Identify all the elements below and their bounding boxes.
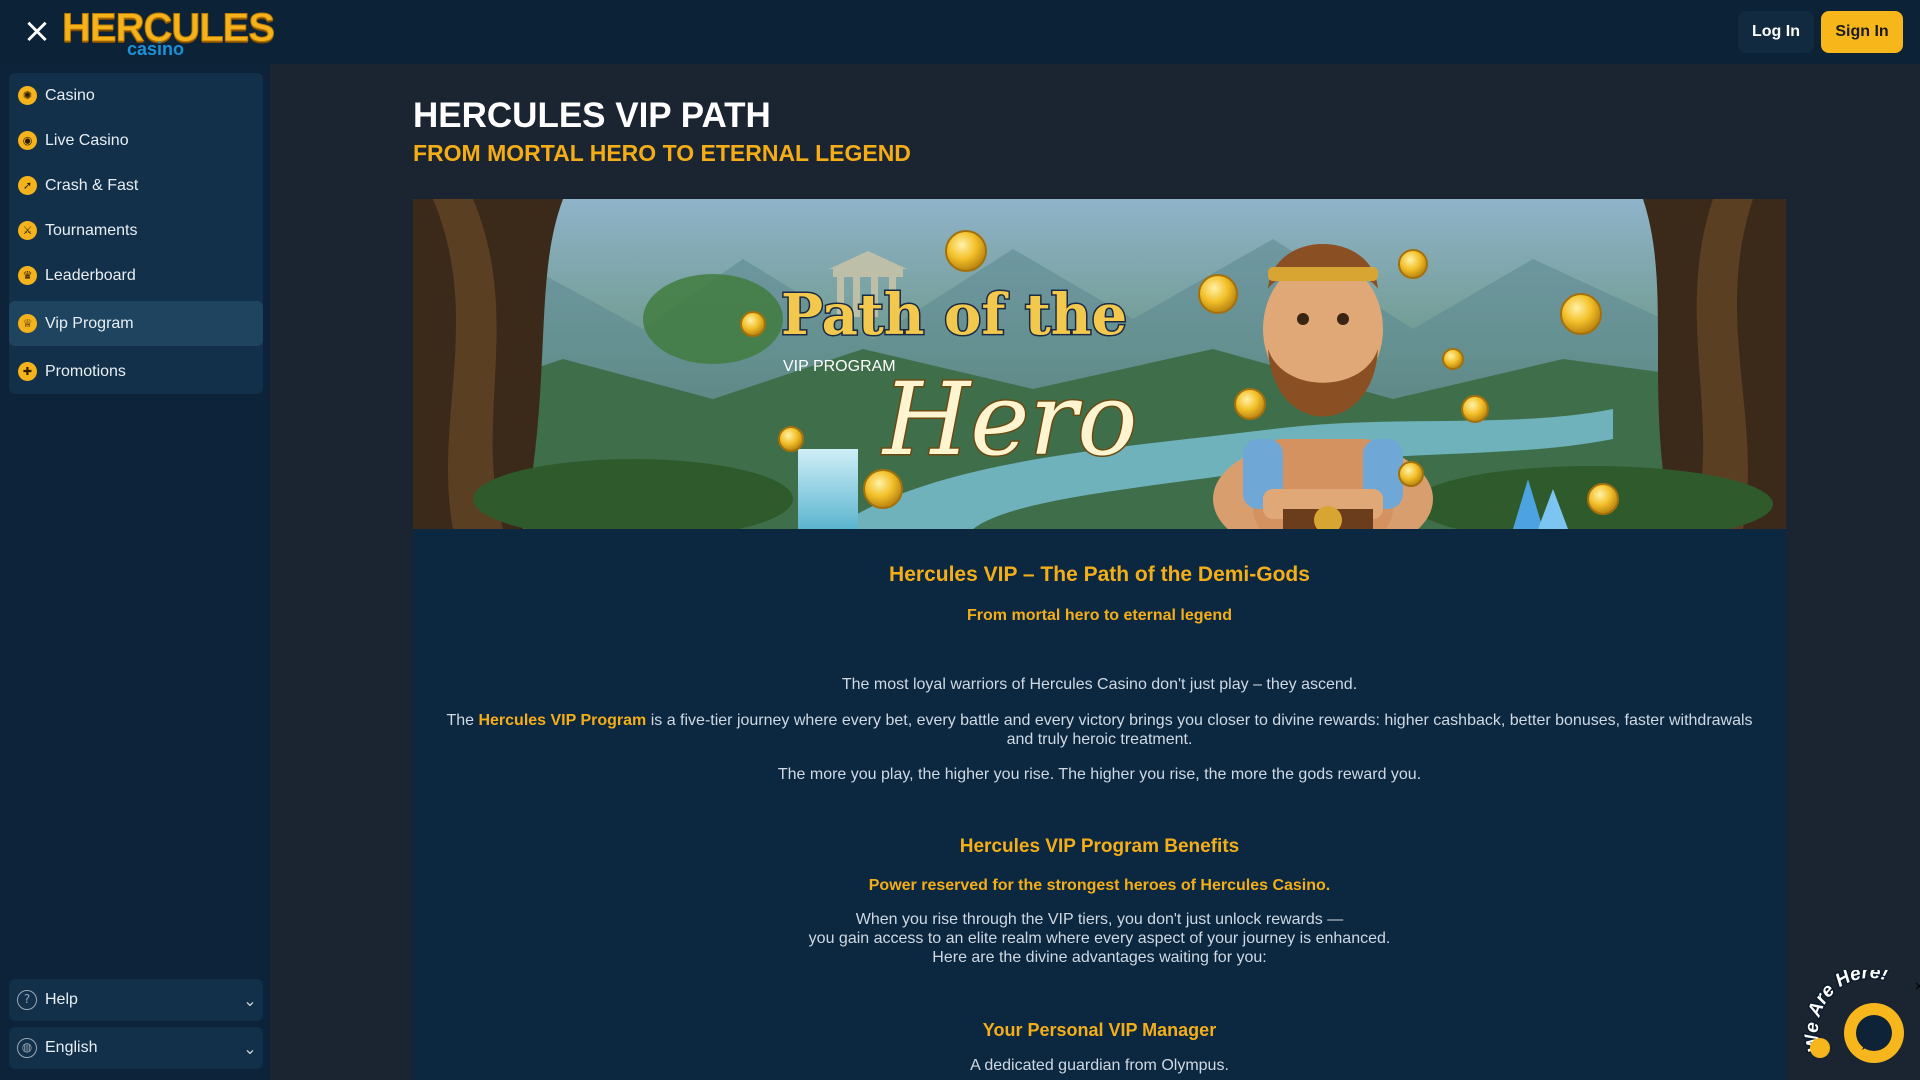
crown-icon: ♕ <box>18 314 37 333</box>
logo-subtext: casino <box>127 39 185 59</box>
vip-content-panel: Hercules VIP – The Path of the Demi-Gods… <box>413 529 1786 1080</box>
banner-tag: VIP PROGRAM <box>783 358 896 375</box>
question-icon: ? <box>17 990 37 1010</box>
live-casino-icon: ◉ <box>18 131 37 150</box>
section-title-benefits: Hercules VIP Program Benefits <box>959 836 1240 857</box>
benefits-line-3: Here are the divine advantages waiting f… <box>932 949 1267 966</box>
rocket-icon: ➚ <box>18 176 37 195</box>
text-fragment: The <box>446 712 479 729</box>
sidebar-item-label: Leaderboard <box>45 266 136 284</box>
login-button[interactable]: Log In <box>1738 11 1814 53</box>
paragraph-loyal-warriors: The most loyal warriors of Hercules Casi… <box>841 676 1358 693</box>
page-title: HERCULES VIP PATH <box>413 96 771 135</box>
top-bar: × HERCULES casino Log In Sign In <box>0 0 1920 64</box>
vip-banner-image: Path of the VIP PROGRAM Hero <box>413 199 1786 529</box>
language-label: English <box>45 1039 98 1056</box>
benefits-line-2: you gain access to an elite realm where … <box>808 930 1391 947</box>
section-subtitle-benefits: Power reserved for the strongest heroes … <box>868 877 1331 894</box>
banner-headline-script: Hero <box>881 361 1137 478</box>
casino-chip-icon: ✺ <box>18 86 37 105</box>
vip-program-highlight: Hercules VIP Program <box>478 712 647 729</box>
sidebar-item-label: Vip Program <box>45 314 134 332</box>
help-dropdown[interactable]: ? Help ⌄ <box>9 979 263 1021</box>
sidebar-item-label: Live Casino <box>45 131 129 149</box>
sidebar-item-crash-fast[interactable]: ➚ Crash & Fast <box>9 163 263 208</box>
sidebar-item-label: Casino <box>45 86 95 104</box>
text-fragment: is a five-tier journey where every bet, … <box>646 712 1753 748</box>
sidebar-item-live-casino[interactable]: ◉ Live Casino <box>9 118 263 163</box>
sidebar-item-label: Promotions <box>45 362 126 380</box>
paragraph-vip-manager: A dedicated guardian from Olympus. <box>970 1057 1229 1074</box>
sidebar-item-label: Crash & Fast <box>45 176 139 194</box>
sidebar: ✺ Casino ◉ Live Casino ➚ Crash & Fast ⚔ … <box>0 64 270 1080</box>
chevron-down-icon: ⌄ <box>243 1038 257 1058</box>
chevron-down-icon: ⌄ <box>243 990 257 1010</box>
close-icon[interactable]: × <box>1914 979 1920 993</box>
globe-icon: ◍ <box>17 1038 37 1058</box>
sidebar-item-tournaments[interactable]: ⚔ Tournaments <box>9 208 263 253</box>
sidebar-item-label: Tournaments <box>45 221 138 239</box>
sidebar-nav: ✺ Casino ◉ Live Casino ➚ Crash & Fast ⚔ … <box>9 73 263 394</box>
sidebar-item-vip-program[interactable]: ♕ Vip Program <box>9 301 263 346</box>
paragraph-vip-intro: The Hercules VIP Program is a five-tier … <box>413 711 1786 749</box>
logo[interactable]: HERCULES casino <box>61 6 275 59</box>
sidebar-item-leaderboard[interactable]: ♛ Leaderboard <box>9 253 263 298</box>
section-title-path-demi-gods: Hercules VIP – The Path of the Demi-Gods <box>889 563 1310 586</box>
sidebar-item-casino[interactable]: ✺ Casino <box>9 73 263 118</box>
page-subtitle: FROM MORTAL HERO TO ETERNAL LEGEND <box>413 140 911 166</box>
benefits-line-1: When you rise through the VIP tiers, you… <box>855 911 1344 928</box>
sidebar-item-promotions[interactable]: ✚ Promotions <box>9 349 263 394</box>
section-subtitle: From mortal hero to eternal legend <box>967 607 1232 624</box>
banner-headline-top: Path of the <box>781 282 1127 348</box>
close-icon[interactable]: × <box>22 14 52 48</box>
signin-button[interactable]: Sign In <box>1821 11 1903 53</box>
tournament-icon: ⚔ <box>18 221 37 240</box>
gift-icon: ✚ <box>18 362 37 381</box>
help-label: Help <box>45 991 78 1008</box>
trophy-icon: ♛ <box>18 266 37 285</box>
chat-widget[interactable]: We Are Here! × <box>1800 960 1920 1080</box>
language-dropdown[interactable]: ◍ English ⌄ <box>9 1027 263 1069</box>
paragraph-play-rise: The more you play, the higher you rise. … <box>777 766 1422 783</box>
section-title-vip-manager: Your Personal VIP Manager <box>982 1020 1217 1040</box>
